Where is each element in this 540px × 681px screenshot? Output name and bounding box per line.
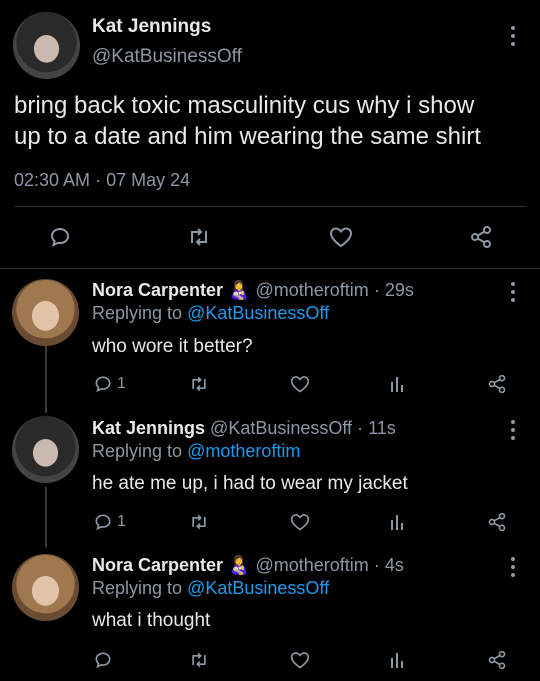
reply-count: 1 — [117, 513, 126, 530]
like-icon[interactable] — [289, 512, 311, 532]
share-icon[interactable] — [487, 374, 507, 394]
avatar[interactable] — [13, 12, 80, 79]
reply-icon[interactable] — [48, 225, 72, 249]
author-handle[interactable]: @motheroftim — [256, 555, 369, 575]
author-handle[interactable]: @motheroftim — [256, 280, 369, 300]
thread-line — [45, 487, 47, 547]
tweet-time: 02:30 AM — [14, 170, 91, 190]
reply-age: 4s — [384, 555, 404, 575]
divider — [14, 206, 526, 207]
reply-age: 29s — [384, 280, 414, 300]
replying-to-handle[interactable]: @motheroftim — [187, 441, 300, 461]
avatar[interactable] — [12, 554, 79, 621]
author-name[interactable]: Kat Jennings — [92, 16, 211, 38]
reply-icon[interactable] — [93, 512, 113, 532]
author-name[interactable]: Kat Jennings — [92, 418, 205, 438]
avatar[interactable] — [12, 279, 79, 346]
analytics-icon[interactable] — [389, 374, 407, 394]
more-options-icon[interactable] — [508, 555, 518, 579]
dot-separator: · — [373, 280, 380, 300]
reply-header: Kat Jennings @KatBusinessOff · 11s — [92, 418, 396, 439]
share-icon[interactable] — [469, 225, 493, 249]
share-icon[interactable] — [487, 512, 507, 532]
dot-separator: · — [373, 555, 380, 575]
reply-header: Nora Carpenter 👩‍🍼 @motheroftim · 4s — [92, 555, 404, 576]
analytics-icon[interactable] — [389, 512, 407, 532]
more-options-icon[interactable] — [508, 24, 518, 48]
reply-count: 1 — [117, 375, 126, 392]
tweet-time-separator: · — [95, 170, 102, 190]
tweet-date: 07 May 24 — [106, 170, 191, 190]
dot-separator: · — [357, 418, 364, 438]
author-name[interactable]: Nora Carpenter — [92, 280, 223, 300]
thread-line — [45, 345, 47, 413]
replying-to: Replying to @KatBusinessOff — [92, 303, 329, 324]
retweet-icon[interactable] — [188, 650, 210, 670]
replying-to: Replying to @motheroftim — [92, 441, 300, 462]
replying-to: Replying to @KatBusinessOff — [92, 578, 329, 599]
author-handle[interactable]: @KatBusinessOff — [210, 418, 352, 438]
tweet-text-line: up to a date and him wearing the same sh… — [14, 123, 481, 150]
tweet-text-line: bring back toxic masculinity cus why i s… — [14, 92, 475, 119]
reply-text: who wore it better? — [92, 336, 253, 357]
reply-text: he ate me up, i had to wear my jacket — [92, 473, 408, 494]
retweet-icon[interactable] — [188, 374, 210, 394]
reply-icon[interactable] — [93, 374, 113, 394]
reply-age: 11s — [368, 418, 396, 438]
replying-to-handle[interactable]: @KatBusinessOff — [187, 303, 329, 323]
replying-prefix: Replying to — [92, 578, 183, 598]
emoji: 👩‍🍼 — [228, 555, 251, 575]
like-icon[interactable] — [328, 225, 354, 249]
reply-text: what i thought — [92, 610, 211, 631]
avatar[interactable] — [12, 416, 79, 483]
author-handle[interactable]: @KatBusinessOff — [92, 46, 242, 68]
tweet-timestamp[interactable]: 02:30 AM · 07 May 24 — [14, 170, 190, 191]
more-options-icon[interactable] — [508, 418, 518, 442]
more-options-icon[interactable] — [508, 280, 518, 304]
share-icon[interactable] — [487, 650, 507, 670]
divider — [0, 268, 540, 269]
author-name[interactable]: Nora Carpenter — [92, 555, 223, 575]
retweet-icon[interactable] — [186, 225, 212, 249]
reply-icon[interactable] — [93, 650, 113, 670]
retweet-icon[interactable] — [188, 512, 210, 532]
like-icon[interactable] — [289, 650, 311, 670]
emoji: 👩‍🍼 — [228, 280, 251, 300]
replying-to-handle[interactable]: @KatBusinessOff — [187, 578, 329, 598]
reply-header: Nora Carpenter 👩‍🍼 @motheroftim · 29s — [92, 280, 414, 301]
replying-prefix: Replying to — [92, 441, 183, 461]
tweet-text: bring back toxic masculinity cus why i s… — [14, 90, 481, 152]
replying-prefix: Replying to — [92, 303, 183, 323]
analytics-icon[interactable] — [389, 650, 407, 670]
like-icon[interactable] — [289, 374, 311, 394]
